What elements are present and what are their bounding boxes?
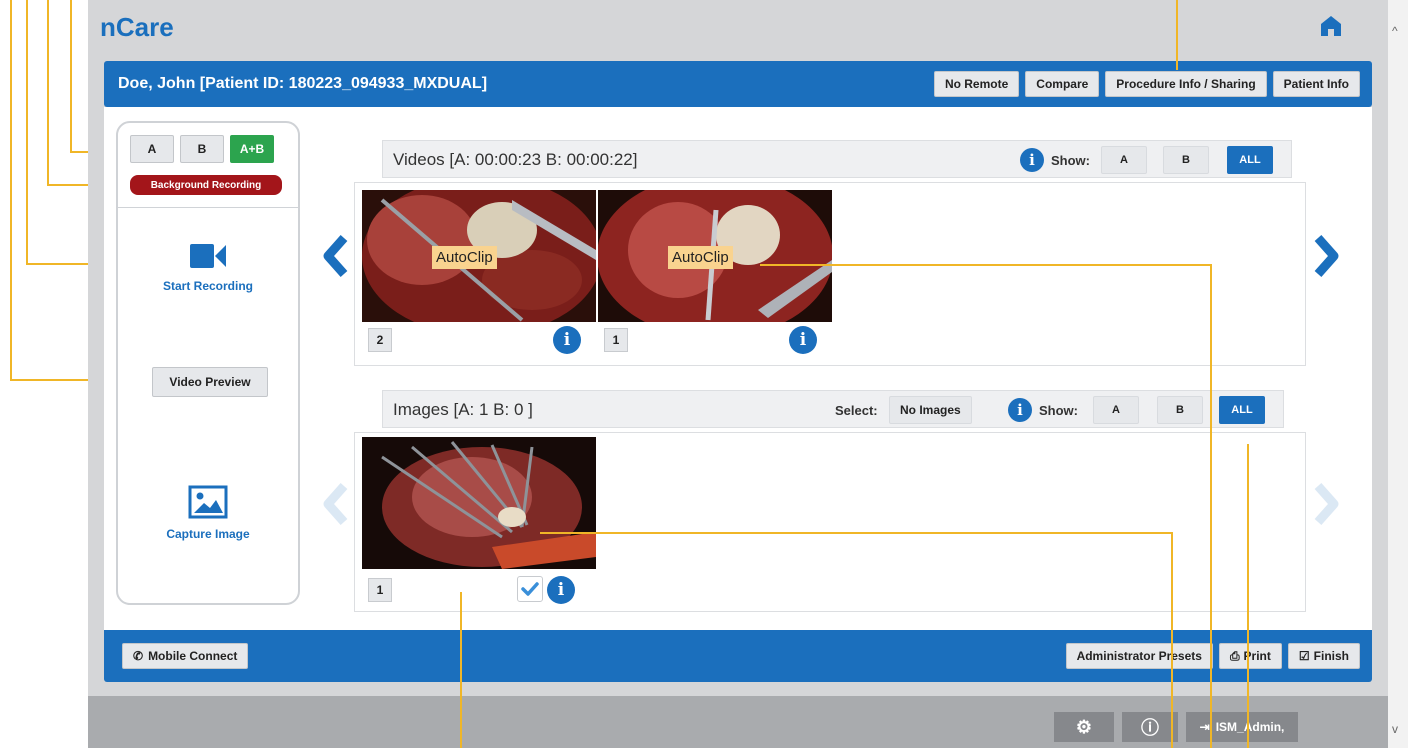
checkbox-icon[interactable]: [517, 576, 543, 602]
videos-strip: AutoClip 2 i AutoClip 1 i: [354, 182, 1306, 366]
videos-show-label: Show:: [1051, 153, 1090, 168]
gear-icon[interactable]: ⚙: [1054, 712, 1114, 742]
print-button[interactable]: ⎙ Print: [1218, 643, 1282, 669]
images-select-label: Select:: [835, 403, 878, 418]
images-filter-b[interactable]: B: [1157, 396, 1203, 424]
procedure-info-button[interactable]: Procedure Info / Sharing: [1105, 71, 1267, 97]
callout-line: [540, 532, 1172, 534]
check-square-icon: ☑: [1298, 649, 1310, 663]
phone-icon: ✆: [133, 649, 144, 663]
video-number-badge: 2: [368, 328, 392, 352]
info-icon[interactable]: i: [1020, 148, 1044, 172]
chevron-right-icon[interactable]: [1312, 234, 1342, 278]
footer-toolbar: ✆ Mobile Connect Administrator Presets ⎙…: [104, 630, 1372, 682]
app-window: nCare Doe, John [Patient ID: 180223_0949…: [88, 0, 1388, 748]
callout-line: [26, 0, 28, 264]
check-mark: [521, 582, 539, 596]
autoclip-tag: AutoClip: [668, 246, 733, 269]
finish-button[interactable]: ☑ Finish: [1287, 643, 1360, 669]
administrator-presets-button[interactable]: Administrator Presets: [1065, 643, 1213, 669]
video-thumbnail[interactable]: AutoClip: [362, 190, 596, 322]
about-info-icon[interactable]: ⓘ: [1122, 712, 1178, 742]
source-b-button[interactable]: B: [180, 135, 224, 163]
callout-line: [1247, 444, 1249, 748]
main-content: A B A+B Background Recording Start Recor…: [104, 107, 1372, 630]
video-preview-button[interactable]: Video Preview: [152, 367, 268, 397]
videos-title: Videos [A: 00:00:23 B: 00:00:22]: [393, 150, 638, 169]
scroll-up-icon[interactable]: ^: [1392, 24, 1398, 38]
videos-filter-b[interactable]: B: [1163, 146, 1209, 174]
callout-line: [47, 0, 49, 185]
callout-line: [1171, 532, 1173, 748]
divider: [118, 207, 298, 208]
images-select-dropdown[interactable]: No Images: [889, 396, 972, 424]
user-name: ISM_Admin,: [1215, 720, 1285, 734]
images-filter-a[interactable]: A: [1093, 396, 1139, 424]
no-remote-button[interactable]: No Remote: [933, 71, 1020, 97]
vertical-scrollbar[interactable]: ^ v: [1388, 0, 1408, 748]
mobile-connect-button[interactable]: ✆ Mobile Connect: [122, 643, 249, 669]
image-thumbnail[interactable]: [362, 437, 596, 569]
start-recording-label: Start Recording: [162, 279, 253, 293]
background-recording-badge[interactable]: Background Recording: [130, 175, 282, 195]
videos-filter-a[interactable]: A: [1101, 146, 1147, 174]
info-icon[interactable]: i: [547, 576, 575, 604]
printer-icon: ⎙: [1229, 648, 1240, 663]
patient-name: Doe, John [Patient ID: 180223_094933_MXD…: [118, 75, 488, 92]
image-icon: [188, 485, 228, 519]
brand-logo: nCare: [100, 12, 174, 42]
images-strip: 1 i: [354, 432, 1306, 612]
images-show-label: Show:: [1039, 403, 1078, 418]
info-icon[interactable]: i: [1008, 398, 1032, 422]
callout-line: [1210, 264, 1212, 748]
videos-header: Videos [A: 00:00:23 B: 00:00:22] i Show:…: [382, 140, 1292, 178]
logout-icon: ⇥: [1199, 720, 1210, 734]
patient-info-button[interactable]: Patient Info: [1272, 71, 1360, 97]
home-icon[interactable]: [1319, 14, 1343, 38]
capture-image-label: Capture Image: [166, 527, 250, 541]
status-bar: ⚙ ⓘ ⇥ ISM_Admin,: [88, 696, 1388, 748]
callout-line: [10, 0, 12, 380]
compare-button[interactable]: Compare: [1025, 71, 1100, 97]
camera-icon: [190, 244, 226, 268]
chevron-right-icon[interactable]: [1312, 482, 1342, 526]
start-recording-button[interactable]: Start Recording: [118, 241, 298, 293]
videos-filter-all[interactable]: ALL: [1227, 146, 1273, 174]
video-thumbnail[interactable]: AutoClip: [598, 190, 832, 322]
source-a-button[interactable]: A: [130, 135, 174, 163]
images-header: Images [A: 1 B: 0 ] Select: No Images i …: [382, 390, 1284, 428]
autoclip-tag: AutoClip: [432, 246, 497, 269]
info-icon[interactable]: i: [553, 326, 581, 354]
finish-label: Finish: [1313, 649, 1349, 663]
image-number-badge: 1: [368, 578, 392, 602]
callout-line: [70, 0, 72, 152]
source-ab-button[interactable]: A+B: [230, 135, 274, 163]
chevron-left-icon[interactable]: [320, 482, 350, 526]
callout-line: [460, 592, 462, 748]
surgical-image-frame: [362, 437, 596, 569]
scroll-down-icon[interactable]: v: [1392, 722, 1398, 736]
capture-image-button[interactable]: Capture Image: [118, 485, 298, 541]
callout-line: [760, 264, 1210, 266]
patient-header: Doe, John [Patient ID: 180223_094933_MXD…: [104, 61, 1372, 107]
video-number-badge: 1: [604, 328, 628, 352]
images-title: Images [A: 1 B: 0 ]: [393, 400, 533, 419]
callout-line: [1176, 0, 1178, 70]
chevron-left-icon[interactable]: [320, 234, 350, 278]
images-filter-all[interactable]: ALL: [1219, 396, 1265, 424]
logout-button[interactable]: ⇥ ISM_Admin,: [1186, 712, 1298, 742]
mobile-connect-label: Mobile Connect: [148, 649, 238, 663]
recording-panel: A B A+B Background Recording Start Recor…: [116, 121, 300, 605]
info-icon[interactable]: i: [789, 326, 817, 354]
